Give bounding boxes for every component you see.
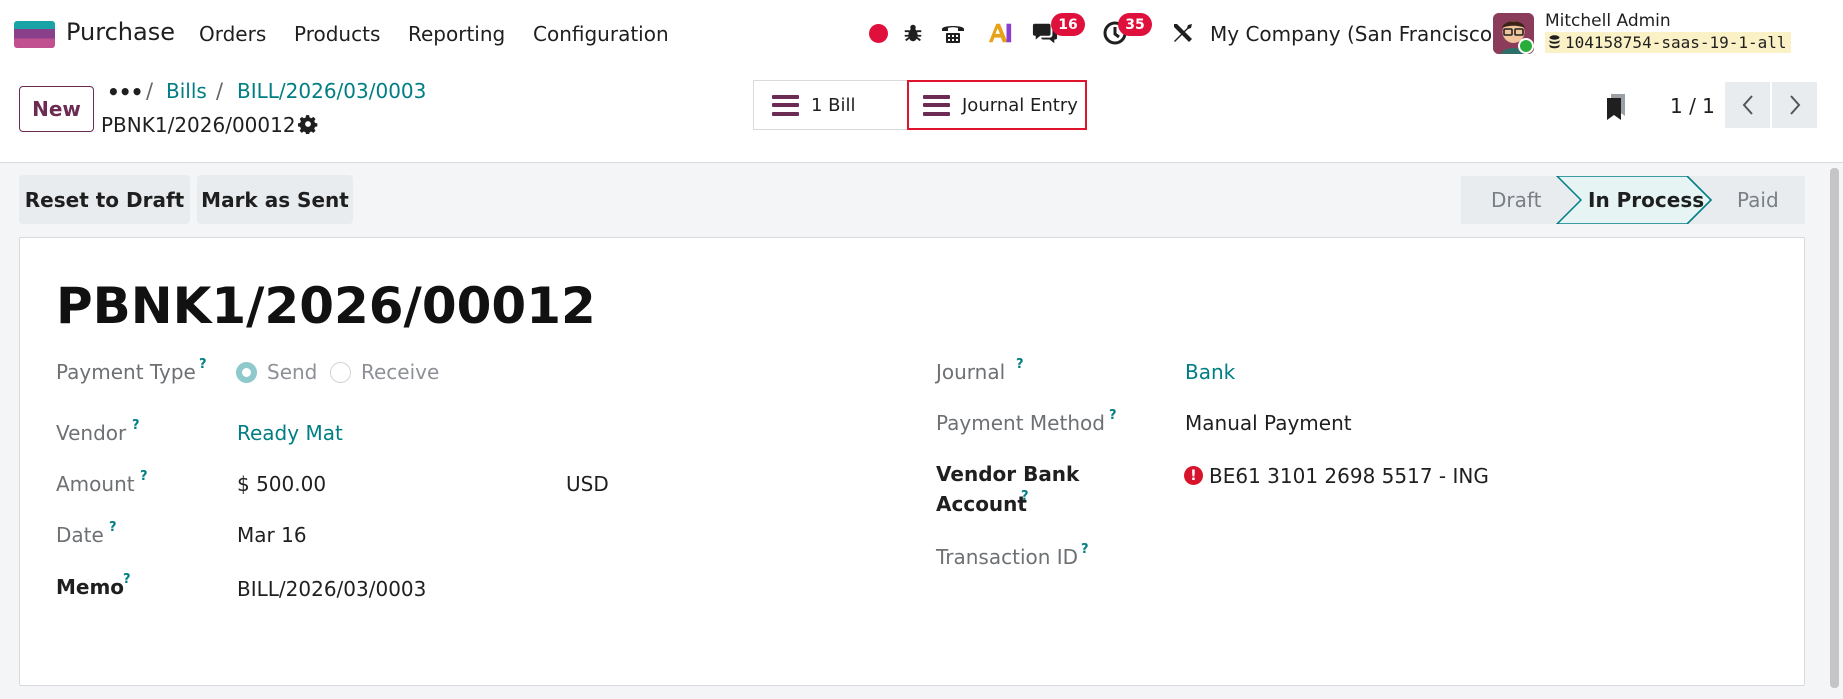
vendor-bank-account-label: Vendor Bank — [936, 462, 1080, 486]
payment-type-receive-label[interactable]: Receive — [361, 360, 439, 384]
vendor-label: Vendor — [56, 421, 127, 445]
date-field[interactable]: Mar 16 — [237, 523, 307, 547]
tools-icon[interactable] — [1170, 20, 1196, 46]
payment-method-field[interactable]: Manual Payment — [1185, 411, 1352, 435]
vendor-bank-account-field[interactable]: BE61 3101 2698 5517 - ING — [1209, 464, 1489, 488]
mark-as-sent-button[interactable]: Mark as Sent — [197, 175, 353, 224]
breadcrumb-current-record: PBNK1/2026/00012 — [101, 113, 296, 137]
payment-type-send-radio[interactable] — [236, 362, 257, 383]
bug-icon[interactable] — [900, 20, 926, 46]
activity-badge: 35 — [1118, 13, 1152, 36]
amount-label: Amount — [56, 472, 135, 496]
transaction-id-label: Transaction ID — [936, 545, 1079, 569]
gear-icon[interactable] — [297, 114, 320, 136]
smart-button-bills[interactable]: 1 Bill — [753, 80, 908, 130]
payment-type-label: Payment Type — [56, 360, 196, 384]
memo-help-icon[interactable]: ? — [123, 572, 131, 587]
breadcrumb-more-button[interactable]: ••• — [107, 80, 143, 104]
new-button[interactable]: New — [19, 86, 94, 132]
record-title: PBNK1/2026/00012 — [56, 277, 596, 335]
menu-reporting[interactable]: Reporting — [408, 22, 505, 46]
memo-label: Memo — [56, 575, 125, 599]
database-icon — [1549, 35, 1560, 56]
memo-field[interactable]: BILL/2026/03/0003 — [237, 577, 426, 601]
amount-field[interactable]: $ 500.00 — [237, 472, 326, 496]
smart-button-journal-entry[interactable]: Journal Entry — [907, 80, 1087, 130]
menu-orders[interactable]: Orders — [199, 22, 266, 46]
payment-method-label: Payment Method — [936, 411, 1105, 435]
online-status-icon — [1518, 38, 1534, 54]
currency-field[interactable]: USD — [566, 472, 609, 496]
date-label: Date — [56, 523, 104, 547]
transaction-id-help-icon[interactable]: ? — [1081, 542, 1089, 557]
status-stage-draft[interactable]: Draft — [1491, 188, 1542, 212]
pager-value[interactable]: 1 / 1 — [1670, 94, 1715, 118]
date-help-icon[interactable]: ? — [109, 520, 117, 535]
company-switcher[interactable]: My Company (San Francisco) — [1210, 22, 1500, 46]
database-name: 104158754-saas-19-1-all — [1545, 32, 1791, 53]
breadcrumb-separator: / — [216, 79, 224, 103]
warning-icon: ! — [1184, 466, 1203, 485]
bookmark-icon[interactable] — [1604, 92, 1628, 122]
phone-icon[interactable] — [940, 20, 966, 46]
journal-label: Journal — [936, 360, 1006, 384]
vendor-bank-account-label-line2: Account — [936, 492, 1027, 516]
purchase-app-icon[interactable] — [14, 21, 55, 48]
list-icon — [772, 94, 799, 116]
menu-products[interactable]: Products — [294, 22, 380, 46]
recording-icon[interactable] — [865, 20, 891, 46]
reset-to-draft-button[interactable]: Reset to Draft — [19, 175, 190, 224]
breadcrumb-separator: / — [146, 79, 154, 103]
page-scrollbar[interactable] — [1830, 168, 1839, 688]
chevron-left-icon — [1742, 95, 1753, 115]
menu-configuration[interactable]: Configuration — [533, 22, 669, 46]
top-navbar: Purchase Orders Products Reporting Confi… — [0, 0, 1843, 66]
vendor-bank-account-help-icon[interactable]: ? — [1021, 489, 1029, 504]
chat-badge: 16 — [1051, 13, 1085, 36]
amount-help-icon[interactable]: ? — [140, 469, 148, 484]
vendor-help-icon[interactable]: ? — [132, 418, 140, 433]
ai-icon[interactable] — [987, 20, 1013, 46]
vendor-field[interactable]: Ready Mat — [237, 421, 343, 445]
status-stage-in-process-label[interactable]: In Process — [1588, 188, 1704, 212]
payment-type-help-icon[interactable]: ? — [199, 357, 207, 372]
status-bar: Draft In Process Paid — [1461, 176, 1805, 224]
payment-method-help-icon[interactable]: ? — [1109, 408, 1117, 423]
payment-type-send-label[interactable]: Send — [267, 360, 317, 384]
pager-next-button[interactable] — [1772, 82, 1817, 128]
journal-help-icon[interactable]: ? — [1016, 357, 1024, 372]
list-icon — [923, 94, 950, 116]
status-stage-paid[interactable]: Paid — [1737, 188, 1779, 212]
pager-previous-button[interactable] — [1725, 82, 1770, 128]
payment-type-receive-radio[interactable] — [330, 362, 351, 383]
user-name[interactable]: Mitchell Admin — [1545, 11, 1671, 31]
breadcrumb-bill[interactable]: BILL/2026/03/0003 — [237, 79, 426, 103]
chevron-right-icon — [1789, 95, 1800, 115]
app-name[interactable]: Purchase — [66, 18, 175, 46]
breadcrumb-bills[interactable]: Bills — [166, 79, 207, 103]
journal-field[interactable]: Bank — [1185, 360, 1235, 384]
